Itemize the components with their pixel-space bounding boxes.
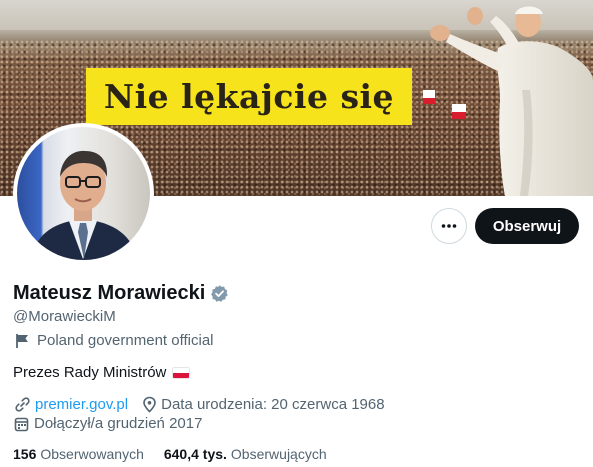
birth-date-item: Data urodzenia: 20 czerwca 1968 <box>142 396 385 413</box>
banner-slogan: Nie lękajcie się <box>103 77 395 116</box>
follow-stats: 156 Obserwowanych 640,4 tys. Obserwujący… <box>13 446 327 462</box>
following-label: Obserwowanych <box>40 446 144 462</box>
followers-stat[interactable]: 640,4 tys. Obserwujących <box>164 446 327 462</box>
joined-row: Dołączył/a grudzień 2017 <box>14 415 202 432</box>
follow-button-label: Obserwuj <box>492 217 562 235</box>
avatar-photo <box>17 127 150 260</box>
joined-text: Dołączył/a grudzień 2017 <box>34 415 203 432</box>
location-pin-icon <box>143 396 156 413</box>
followers-count: 640,4 tys. <box>163 446 227 462</box>
more-options-button[interactable] <box>431 208 467 244</box>
banner-slogan-box: Nie lękajcie się <box>86 68 412 125</box>
calendar-icon <box>14 417 29 431</box>
affiliation-label[interactable]: Poland government official <box>15 332 214 349</box>
website-link[interactable]: premier.gov.pl <box>35 396 128 413</box>
profile-details-row: premier.gov.pl Data urodzenia: 20 czerwc… <box>14 396 385 413</box>
followers-label: Obserwujących <box>230 446 327 462</box>
profile-bio: Prezes Rady Ministrów <box>13 364 191 381</box>
affiliation-text: Poland government official <box>37 332 214 349</box>
verified-badge-icon[interactable] <box>210 284 229 303</box>
profile-name: Mateusz Morawiecki <box>13 282 206 304</box>
follow-button[interactable]: Obserwuj <box>475 208 579 244</box>
birth-date-text: Data urodzenia: 20 czerwca 1968 <box>161 396 385 413</box>
bio-text: Prezes Rady Ministrów <box>13 364 167 381</box>
flag-icon <box>16 333 28 348</box>
link-icon <box>15 397 30 412</box>
website-item[interactable]: premier.gov.pl <box>14 396 128 413</box>
more-horizontal-icon <box>441 224 457 228</box>
profile-handle: @MorawieckiM <box>13 308 116 325</box>
following-stat[interactable]: 156 Obserwowanych <box>13 446 144 462</box>
poland-flag-emoji <box>172 366 191 379</box>
profile-name-row: Mateusz Morawiecki <box>13 282 229 305</box>
following-count: 156 <box>13 446 37 462</box>
avatar-portrait <box>31 150 137 260</box>
avatar[interactable] <box>13 123 154 264</box>
